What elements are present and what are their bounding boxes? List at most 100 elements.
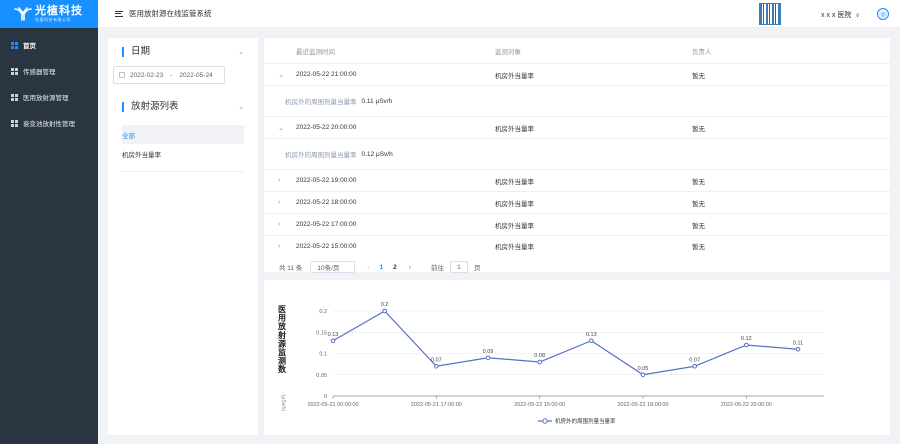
date-start: 2022-02-23 (130, 71, 164, 79)
next-page-button[interactable]: › (409, 264, 411, 271)
data-point (434, 363, 439, 369)
collapse-arrow-icon[interactable]: ⌄ (278, 71, 284, 79)
source-item-room-dose-rate[interactable]: 机房外当量率 (108, 144, 244, 163)
table-row[interactable]: › 2022-05-22 18:00:00 机房外当量率 暂无 (264, 192, 890, 214)
y-axis-title-char: 监 (278, 347, 286, 357)
data-label: 0.07 (431, 357, 442, 363)
top-header: 医用放射源在线监管系统 x x x 医院 ∨ ◎ (98, 0, 900, 28)
table-row[interactable]: ⌄ 2022-05-22 21:00:00 机房外当量率 暂无 (264, 64, 890, 86)
data-label: 0.13 (586, 332, 597, 338)
data-label: 0.09 (483, 349, 494, 355)
sidebar: 光植科技 光植科技有限公司 首页 传感器管理 医用放射源管理 衰变池放射性管理 (0, 0, 98, 444)
legend-label: 机房外的周围剂量当量率 (555, 417, 616, 425)
page-size-value: 10条/页 (317, 265, 340, 272)
list-item-label: 机房外当量率 (122, 151, 161, 159)
expand-arrow-icon[interactable]: › (278, 243, 280, 250)
avatar[interactable]: ◎ (877, 8, 889, 20)
source-list-header[interactable]: 放射源列表 ⌄ (122, 93, 244, 121)
y-axis-title-char: 放 (277, 321, 287, 331)
table-row[interactable]: ⌄ 2022-05-22 20:00:00 机房外当量率 暂无 (264, 117, 890, 139)
hospital-dropdown[interactable]: x x x 医院 ∨ (821, 10, 860, 20)
cell-object: 机房外当量率 (495, 125, 534, 133)
sidebar-item-label: 医用放射源管理 (23, 95, 69, 102)
legend-marker (542, 418, 548, 424)
expand-arrow-icon[interactable]: › (278, 221, 280, 228)
y-axis-unit: (μSv/h) (280, 395, 286, 412)
cell-time: 2022-05-22 17:00:00 (296, 221, 357, 228)
cell-time: 2022-05-22 20:00:00 (296, 124, 357, 131)
sidebar-item-decay-pool[interactable]: 衰变池放射性管理 (0, 110, 98, 136)
collapse-arrow-icon[interactable]: ⌄ (278, 124, 284, 132)
cell-time: 2022-05-22 21:00:00 (296, 71, 357, 78)
qr-code-icon (759, 3, 781, 25)
page-number-1[interactable]: 1 (380, 264, 384, 271)
source-item-all[interactable]: 全部 (122, 125, 244, 144)
data-label: 0.12 (741, 336, 752, 342)
sidebar-menu: 首页 传感器管理 医用放射源管理 衰变池放射性管理 (0, 28, 98, 136)
x-tick-label: 2022-05-22 15:00:00 (514, 402, 565, 408)
cell-owner: 暂无 (692, 200, 705, 208)
brand-logo[interactable]: 光植科技 光植科技有限公司 (0, 0, 98, 28)
x-tick-label: 2022-05-21 00:00:00 (307, 402, 358, 408)
filter-panel: 日期 ⌄ 2022-02-23 - 2022-05-24 放射源列表 ⌄ 全部 … (108, 38, 258, 435)
date-separator: - (170, 71, 173, 79)
divider (122, 171, 244, 172)
data-point (692, 363, 697, 369)
chevron-down-icon: ⌄ (238, 104, 244, 111)
detail-value: 0.11 μSv/h (361, 97, 393, 105)
data-point (589, 338, 594, 344)
goto-page-input[interactable]: 1 (449, 261, 468, 273)
brand-mark-icon (14, 7, 32, 21)
page-number-2[interactable]: 2 (393, 264, 397, 271)
chevron-down-icon: ∨ (855, 12, 860, 19)
prev-page-button[interactable]: ‹ (367, 264, 369, 271)
date-end: 2022-05-24 (179, 71, 213, 79)
y-tick-label: 0.1 (319, 352, 327, 358)
goto-label: 前往 (430, 265, 444, 272)
grid-icon (11, 93, 18, 101)
table-row[interactable]: › 2022-05-22 19:00:00 机房外当量率 暂无 (264, 170, 890, 192)
page-size-select[interactable]: 10条/页 (310, 261, 356, 273)
y-tick-label: 0.2 (319, 309, 327, 315)
data-label: 0.13 (328, 332, 339, 338)
cell-owner: 暂无 (692, 178, 705, 186)
cell-object: 机房外当量率 (495, 222, 534, 230)
y-tick-label: 0.05 (316, 373, 327, 379)
table-row[interactable]: › 2022-05-22 17:00:00 机房外当量率 暂无 (264, 214, 890, 236)
date-section-header[interactable]: 日期 ⌄ (122, 38, 244, 66)
data-label: 0.08 (534, 353, 545, 359)
table-row[interactable]: › 2022-05-22 15:00:00 机房外当量率 暂无 (264, 236, 890, 256)
cell-time: 2022-05-22 19:00:00 (296, 177, 357, 184)
expand-arrow-icon[interactable]: › (278, 177, 280, 184)
date-range-picker[interactable]: 2022-02-23 - 2022-05-24 (113, 66, 225, 84)
menu-toggle-icon[interactable] (115, 10, 123, 17)
sidebar-item-home[interactable]: 首页 (0, 32, 98, 58)
sidebar-item-label: 衰变池放射性管理 (23, 121, 75, 128)
data-label: 0.07 (689, 357, 700, 363)
y-tick-label: 0.15 (316, 330, 327, 336)
sidebar-item-sensors[interactable]: 传感器管理 (0, 58, 98, 84)
y-axis-title-char: 源 (278, 338, 286, 348)
column-header-time: 最近监测时间 (296, 48, 335, 56)
sidebar-item-label: 首页 (23, 43, 36, 50)
cell-time: 2022-05-22 15:00:00 (296, 242, 357, 250)
data-label: 0.05 (638, 366, 649, 372)
x-tick-label: 2022-05-22 18:00:00 (617, 402, 668, 408)
cell-owner: 暂无 (692, 125, 705, 133)
source-list-title: 放射源列表 (122, 102, 179, 112)
pagination: 共 11 条 10条/页 ‹ 1 2 › 前往 1 页 (264, 256, 890, 278)
row-detail: 机房外的周围剂量当量率 0.11 μSv/h (264, 86, 890, 117)
y-tick-label: 0 (324, 394, 327, 400)
data-label: 0.11 (793, 340, 803, 346)
cell-owner: 暂无 (692, 222, 705, 230)
expand-arrow-icon[interactable]: › (278, 199, 280, 206)
data-label: 0.2 (381, 302, 389, 308)
monitor-table-panel: 最近监测时间 监测对象 负责人 ⌄ 2022-05-22 21:00:00 机房… (264, 38, 890, 273)
cell-owner: 暂无 (692, 72, 705, 80)
system-title: 医用放射源在线监管系统 (129, 9, 212, 18)
y-axis-title-char: 射 (277, 330, 286, 340)
source-list: 全部 机房外当量率 (108, 125, 258, 163)
sidebar-item-sources[interactable]: 医用放射源管理 (0, 84, 98, 110)
row-detail: 机房外的周围剂量当量率 0.12 μSv/h (264, 139, 890, 170)
cell-object: 机房外当量率 (495, 200, 534, 208)
